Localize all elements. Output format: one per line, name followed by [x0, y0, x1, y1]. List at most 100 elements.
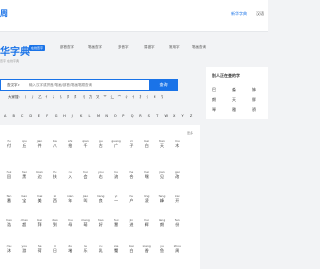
character-cell[interactable]: fen 份	[170, 218, 184, 228]
character-cell[interactable]: feng 峰	[155, 194, 169, 204]
recent-char-link[interactable]: 淼	[232, 87, 236, 93]
letter-link[interactable]: A	[4, 114, 6, 118]
radical-link[interactable]: 乙	[38, 95, 42, 100]
search-input[interactable]	[29, 80, 149, 90]
character-cell[interactable]: mu 母	[63, 218, 77, 228]
character-cell[interactable]: mu 木	[170, 139, 184, 149]
letter-link[interactable]: E	[38, 114, 40, 118]
letter-link[interactable]: S	[148, 114, 150, 118]
character-cell[interactable]: gai 改	[170, 170, 184, 180]
nav-item-duoyin[interactable]: 多音字	[118, 45, 129, 50]
character-cell[interactable]: zhou 周	[170, 244, 184, 254]
letter-link[interactable]: Z	[190, 114, 192, 118]
letter-link[interactable]: F	[46, 114, 48, 118]
recent-char-link[interactable]: 胖	[252, 97, 256, 103]
character-cell[interactable]: fu 扶	[48, 170, 62, 180]
character-cell[interactable]: le 乐	[79, 244, 93, 254]
radical-link[interactable]: 又	[96, 95, 100, 100]
character-cell[interactable]: zi 子	[124, 139, 138, 149]
search-button[interactable]: 查询	[149, 79, 178, 91]
character-cell[interactable]: hu 户	[124, 194, 138, 204]
character-cell[interactable]: hei 嘿	[140, 170, 154, 180]
character-cell[interactable]: bao 宝	[17, 194, 31, 204]
radical-link[interactable]: 阝	[67, 95, 71, 100]
character-cell[interactable]: xie 蟹	[109, 244, 123, 254]
character-cell[interactable]: guang 广	[109, 139, 123, 149]
character-cell[interactable]: ri 日	[48, 244, 62, 254]
radical-link[interactable]: 刂	[82, 95, 86, 100]
nav-item-bihua-query[interactable]: 笔画查询	[192, 45, 206, 50]
letter-link[interactable]: T	[156, 114, 158, 118]
recent-char-link[interactable]: 巴	[212, 87, 216, 93]
letter-link[interactable]: K	[80, 114, 82, 118]
letter-link[interactable]: C	[21, 114, 23, 118]
character-cell[interactable]: jian 见	[155, 170, 169, 180]
character-cell[interactable]: qiu 丘	[17, 139, 31, 149]
more-link[interactable]: 更多	[187, 131, 193, 135]
character-cell[interactable]: mei 美	[33, 194, 47, 204]
letter-link[interactable]: R	[139, 114, 141, 118]
radical-link[interactable]: 亻	[45, 95, 49, 100]
letter-link[interactable]: N	[105, 114, 108, 118]
letter-link[interactable]: Q	[131, 114, 134, 118]
nav-item-yicuo[interactable]: 易错字	[144, 45, 155, 50]
character-cell[interactable]: xi 西	[48, 194, 62, 204]
letter-link[interactable]: G	[55, 114, 58, 118]
character-cell[interactable]: xiang 香	[140, 244, 154, 254]
letter-link[interactable]: W	[165, 114, 168, 118]
character-cell[interactable]: ba 八	[48, 139, 62, 149]
character-cell[interactable]: jian 件	[33, 139, 47, 149]
site-logo[interactable]: 周	[0, 8, 8, 19]
letter-link[interactable]: X	[173, 114, 175, 118]
radical-link[interactable]: 彳	[125, 95, 129, 100]
character-cell[interactable]: liang 良	[94, 194, 108, 204]
character-cell[interactable]: fan 番	[2, 194, 16, 204]
radical-link[interactable]: 宀	[118, 95, 122, 100]
character-cell[interactable]: hui 会	[79, 170, 93, 180]
character-cell[interactable]: ru 入	[63, 170, 77, 180]
character-cell[interactable]: dao 到	[48, 218, 62, 228]
recent-char-link[interactable]: 琴	[212, 107, 216, 113]
character-cell[interactable]: bai 白	[124, 244, 138, 254]
character-cell[interactable]: bai 白	[140, 139, 154, 149]
character-cell[interactable]: bai 拜	[33, 218, 47, 228]
search-type-select[interactable]: 查汉字	[7, 83, 18, 88]
radical-link[interactable]: 辶	[110, 95, 114, 100]
character-cell[interactable]: hui 慧	[109, 218, 123, 228]
character-cell[interactable]: yi 一	[109, 194, 123, 204]
character-cell[interactable]: hui 回	[2, 170, 16, 180]
top-link-xinhua[interactable]: 新华字典	[231, 11, 247, 17]
radical-link[interactable]: 讠	[60, 95, 64, 100]
character-cell[interactable]: he 荷	[33, 244, 47, 254]
nav-item-bushou[interactable]: 部首查字	[60, 45, 74, 50]
radical-link[interactable]: 丿	[31, 95, 35, 100]
character-cell[interactable]: hao 浩	[2, 218, 16, 228]
recent-char-link[interactable]: 骄	[252, 107, 256, 113]
character-cell[interactable]: he 合	[124, 170, 138, 180]
character-cell[interactable]: hui 辉	[140, 218, 154, 228]
character-cell[interactable]: nian 年	[63, 194, 77, 204]
chevron-down-icon[interactable]: ▾	[18, 83, 20, 87]
radical-link[interactable]: 氵	[147, 95, 151, 100]
brand-title[interactable]: 华字典	[0, 43, 30, 58]
letter-link[interactable]: M	[97, 114, 100, 118]
nav-item-changyong[interactable]: 常用字	[169, 45, 180, 50]
top-link-hanyu[interactable]: 汉语	[256, 11, 264, 17]
character-cell[interactable]: fu 付	[2, 139, 16, 149]
character-cell[interactable]: you 右	[94, 170, 108, 180]
letter-link[interactable]: Y	[181, 114, 183, 118]
radical-link[interactable]: 阝	[74, 95, 78, 100]
radical-link[interactable]: 扌	[139, 95, 143, 100]
radical-link[interactable]: 力	[89, 95, 93, 100]
character-cell[interactable]: chao 超	[17, 218, 31, 228]
character-cell[interactable]: jiao 叫	[79, 194, 93, 204]
radical-link[interactable]: 饣	[161, 95, 165, 100]
nav-item-bihua[interactable]: 笔画查字	[88, 45, 102, 50]
letter-link[interactable]: J	[72, 114, 73, 118]
radical-link[interactable]: 艹	[103, 95, 107, 100]
character-cell[interactable]: liu 流	[109, 170, 123, 180]
character-cell[interactable]: yu 鱼	[155, 244, 169, 254]
character-cell[interactable]: lang 朗	[155, 218, 169, 228]
character-cell[interactable]: bian 边	[33, 170, 47, 180]
character-cell[interactable]: meng 萌	[79, 218, 93, 228]
